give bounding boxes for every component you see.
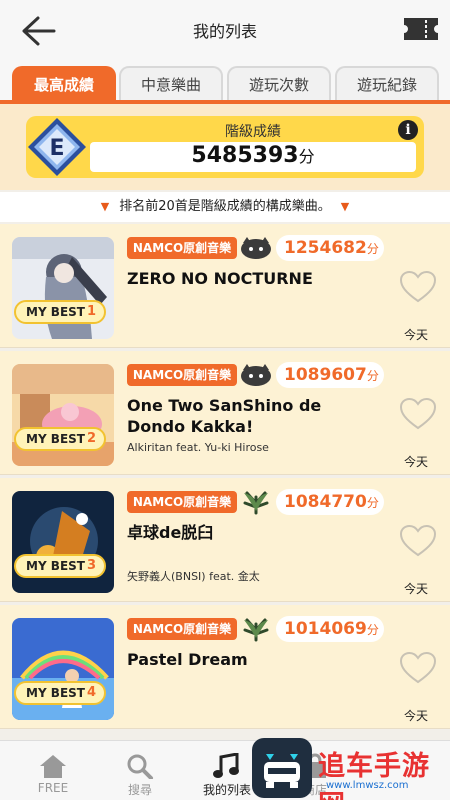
home-icon	[40, 755, 66, 778]
list-item[interactable]: MY BEST 4 NAMCO原創音樂 1014069分 Pastel Dream…	[0, 605, 450, 729]
score-unit: 分	[366, 369, 379, 383]
list-item[interactable]: MY BEST 3 NAMCO原創音樂 1084770分 卓球de脱臼 矢野義人(…	[0, 478, 450, 602]
play-date: 今天	[404, 709, 429, 723]
grade-value-box: 5485393分	[90, 142, 416, 172]
score-unit: 分	[366, 623, 379, 637]
rank-number: 3	[86, 558, 96, 573]
play-date: 今天	[404, 328, 429, 342]
grade-letter: E	[49, 136, 64, 161]
song-artist: 矢野義人(BNSI) feat. 金太	[127, 570, 260, 583]
music-note-icon	[213, 753, 239, 778]
top-bar: 我的列表	[0, 0, 450, 62]
nav-free[interactable]: FREE	[8, 741, 98, 800]
leaf-difficulty-icon	[243, 618, 269, 642]
triangle-down-icon: ▼	[100, 200, 110, 213]
play-date: 今天	[404, 455, 429, 469]
my-best-label: MY BEST	[26, 432, 85, 446]
grade-value-line: 5485393分	[90, 143, 416, 168]
my-best-label: MY BEST	[26, 686, 85, 700]
my-best-badge: MY BEST 4	[14, 681, 106, 705]
nav-label: 搜尋	[127, 783, 152, 797]
play-date: 今天	[404, 582, 429, 596]
my-best-badge: MY BEST 2	[14, 427, 106, 451]
watermark-url: www.lmwsz.com	[326, 780, 409, 791]
oni-difficulty-icon	[241, 237, 271, 259]
score-value: 1089607	[284, 365, 367, 385]
category-tag: NAMCO原創音樂	[127, 364, 237, 386]
notice-text: 排名前20首是階級成績的構成樂曲。	[119, 199, 331, 214]
heart-icon[interactable]	[399, 270, 437, 304]
my-best-badge: MY BEST 1	[14, 300, 106, 324]
grade-badge-icon: E	[28, 118, 86, 176]
watermark-logo	[252, 738, 312, 798]
score-value: 1254682	[284, 238, 367, 258]
my-best-label: MY BEST	[26, 305, 85, 319]
page-title: 我的列表	[192, 22, 257, 41]
score-pill: 1089607分	[276, 362, 384, 388]
song-artist: Alkiritan feat. Yu-ki Hirose	[127, 441, 269, 454]
category-tag: NAMCO原創音樂	[127, 491, 237, 513]
rank-number: 4	[86, 685, 96, 700]
list-item[interactable]: MY BEST 2 NAMCO原創音樂 1089607分 One Two SanS…	[0, 351, 450, 475]
grade-notice: ▼ 排名前20首是階級成績的構成樂曲。 ▼	[0, 192, 450, 222]
watermark-text: 追车手游网	[318, 751, 430, 800]
tab-bar: 最高成績 中意樂曲 遊玩次數 遊玩紀錄	[0, 62, 450, 104]
song-title: 卓球de脱臼	[127, 523, 214, 542]
tab-play-count[interactable]: 遊玩次數	[227, 66, 331, 102]
my-best-label: MY BEST	[26, 559, 85, 573]
heart-icon[interactable]	[399, 397, 437, 431]
category-tag: NAMCO原創音樂	[127, 618, 237, 640]
tab-play-history[interactable]: 遊玩紀錄	[335, 66, 439, 102]
song-title: Pastel Dream	[127, 650, 248, 669]
score-pill: 1084770分	[276, 489, 384, 515]
song-title: ZERO NO NOCTURNE	[127, 269, 313, 288]
rank-number: 1	[86, 304, 96, 319]
tab-high-score[interactable]: 最高成績	[12, 66, 116, 102]
score-unit: 分	[366, 496, 379, 510]
grade-label: 階級成績	[225, 124, 281, 140]
heart-icon[interactable]	[399, 524, 437, 558]
leaf-difficulty-icon	[243, 491, 269, 515]
grade-value: 5485393	[191, 143, 299, 168]
tab-favorites[interactable]: 中意樂曲	[119, 66, 223, 102]
oni-difficulty-icon	[241, 364, 271, 386]
score-value: 1014069	[284, 619, 367, 639]
my-best-badge: MY BEST 3	[14, 554, 106, 578]
ticket-icon[interactable]	[402, 16, 440, 42]
score-pill: 1014069分	[276, 616, 384, 642]
score-unit: 分	[366, 242, 379, 256]
heart-icon[interactable]	[399, 651, 437, 685]
score-pill: 1254682分	[276, 235, 384, 261]
grade-panel: E 階級成績 5485393分 i	[0, 104, 450, 190]
triangle-down-icon: ▼	[340, 200, 350, 213]
list-item[interactable]: MY BEST 1 NAMCO原創音樂 1254682分 ZERO NO NOCT…	[0, 224, 450, 348]
nav-label: FREE	[37, 781, 69, 795]
info-icon[interactable]: i	[398, 120, 418, 140]
search-icon	[127, 754, 153, 779]
rank-number: 2	[86, 431, 96, 446]
category-tag: NAMCO原創音樂	[127, 237, 237, 259]
nav-search[interactable]: 搜尋	[95, 741, 185, 800]
grade-box: E 階級成績 5485393分 i	[26, 116, 424, 178]
grade-unit: 分	[298, 147, 315, 166]
song-title: One Two SanShino de Dondo Kakka!	[127, 396, 322, 436]
score-value: 1084770	[284, 492, 367, 512]
